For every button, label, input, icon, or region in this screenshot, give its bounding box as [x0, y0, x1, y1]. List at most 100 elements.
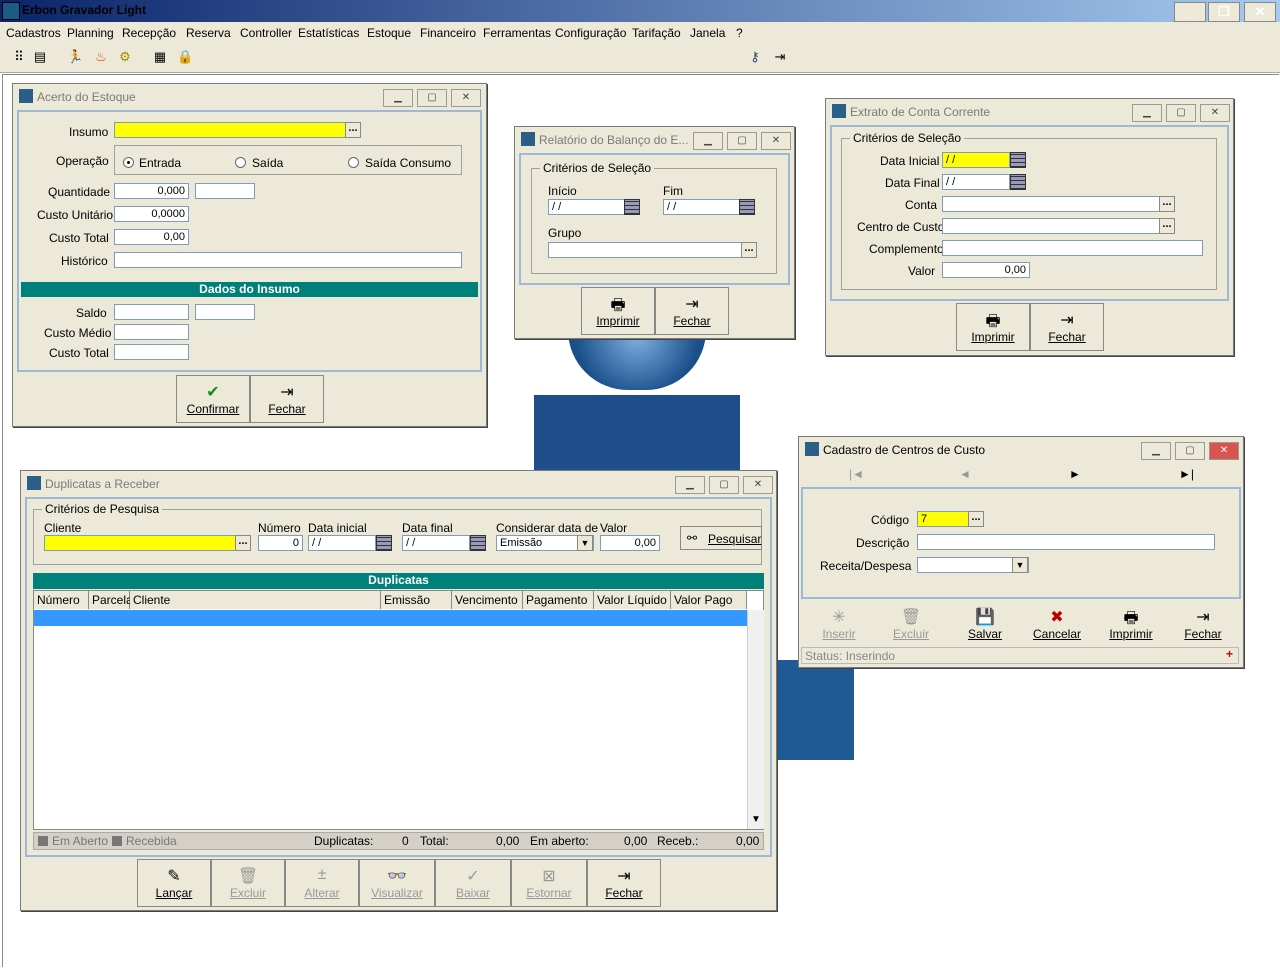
column-header[interactable]: Valor Pago — [671, 591, 747, 609]
data-final-input[interactable]: / / — [402, 535, 470, 551]
grupo-lookup-button[interactable]: ... — [741, 242, 757, 258]
chevron-down-icon[interactable]: ▼ — [1012, 557, 1028, 573]
centro-custo-input[interactable] — [942, 218, 1160, 234]
menu-help[interactable]: ? — [736, 26, 743, 40]
inserir-button[interactable]: ✳ Inserir — [803, 601, 875, 643]
maximize-icon[interactable]: ▢ — [417, 89, 447, 107]
menu-ferramentas[interactable]: Ferramentas — [483, 26, 551, 40]
chevron-down-icon[interactable]: ▼ — [577, 535, 593, 551]
minimize-icon[interactable]: ▁ — [675, 476, 705, 494]
minimize-icon[interactable]: ▁ — [1132, 104, 1162, 122]
calendar-icon[interactable] — [739, 199, 755, 215]
close-icon[interactable]: ✕ — [761, 132, 791, 150]
exit-icon[interactable]: ⇥ — [772, 49, 788, 65]
key-icon[interactable]: ⚷ — [747, 49, 763, 65]
cliente-lookup-button[interactable]: ... — [235, 535, 251, 551]
column-header[interactable]: Parcela — [89, 591, 133, 609]
valor-input[interactable]: 0,00 — [600, 535, 660, 551]
gear-icon[interactable]: ⚙ — [117, 49, 133, 65]
runner-icon[interactable]: 🏃 — [67, 49, 83, 65]
maximize-icon[interactable]: ▢ — [727, 132, 757, 150]
centro-custo-lookup-button[interactable]: ... — [1159, 218, 1175, 234]
minimize-icon[interactable]: ▁ — [383, 89, 413, 107]
first-record-icon[interactable]: |◄ — [849, 467, 864, 481]
close-icon[interactable]: ✕ — [1244, 2, 1276, 22]
calendar-icon[interactable] — [376, 535, 392, 551]
numero-input[interactable]: 0 — [258, 535, 303, 551]
close-icon[interactable]: ✕ — [1200, 104, 1230, 122]
pesquisar-button[interactable]: ⚯ Pesquisar — [680, 526, 762, 550]
card-icon[interactable]: ▤ — [32, 49, 48, 65]
vertical-scrollbar[interactable]: ▼ — [747, 610, 764, 829]
insumo-input[interactable] — [114, 122, 346, 138]
flame-icon[interactable]: ♨ — [93, 49, 109, 65]
menu-financeiro[interactable]: Financeiro — [420, 26, 476, 40]
column-header[interactable]: Emissão — [381, 591, 452, 609]
fechar-button[interactable]: ⇥ Fechar — [250, 375, 324, 423]
minimize-icon[interactable]: _ — [1174, 2, 1206, 22]
codigo-input[interactable]: 7 — [917, 511, 969, 527]
historico-input[interactable] — [114, 252, 462, 268]
menu-configuracao[interactable]: Configuração — [555, 26, 626, 40]
minimize-icon[interactable]: ▁ — [1141, 442, 1171, 460]
entrada-radio[interactable] — [123, 157, 134, 168]
saida-radio[interactable] — [235, 157, 246, 168]
calendar-icon[interactable]: ▦ — [152, 49, 168, 65]
codigo-lookup-button[interactable]: ... — [968, 511, 984, 527]
grupo-input[interactable] — [548, 242, 742, 258]
prev-record-icon[interactable]: ◄ — [959, 467, 971, 481]
minimize-icon[interactable]: ▁ — [693, 132, 723, 150]
scroll-down-icon[interactable]: ▼ — [751, 814, 761, 825]
menu-planning[interactable]: Planning — [67, 26, 114, 40]
menu-controller[interactable]: Controller — [240, 26, 292, 40]
conta-input[interactable] — [942, 196, 1160, 212]
calendar-icon[interactable] — [470, 535, 486, 551]
fechar-button[interactable]: ⇥ Fechar — [1030, 303, 1104, 351]
lock-icon[interactable]: 🔒 — [177, 49, 193, 65]
unidade-input[interactable] — [195, 183, 255, 199]
tree-icon[interactable]: ⠿ — [11, 49, 27, 65]
fechar-button[interactable]: ⇥ Fechar — [1167, 601, 1239, 643]
close-icon[interactable]: ✕ — [743, 476, 773, 494]
menu-cadastros[interactable]: Cadastros — [6, 26, 61, 40]
maximize-icon[interactable]: ▢ — [1175, 442, 1205, 460]
cliente-input[interactable] — [44, 535, 236, 551]
last-record-icon[interactable]: ►| — [1179, 467, 1194, 481]
menu-estatisticas[interactable]: Estatísticas — [298, 26, 359, 40]
maximize-icon[interactable]: ▢ — [1166, 104, 1196, 122]
next-record-icon[interactable]: ► — [1069, 467, 1081, 481]
imprimir-button[interactable]: 🖶 Imprimir — [1095, 601, 1167, 643]
imprimir-button[interactable]: 🖶 Imprimir — [581, 287, 655, 335]
duplicatas-grid[interactable]: Número Parcela Cliente Emissão Venciment… — [33, 590, 764, 830]
menu-tarifacao[interactable]: Tarifação — [632, 26, 681, 40]
column-header[interactable]: Número — [34, 591, 89, 609]
descricao-input[interactable] — [917, 534, 1215, 550]
valor-input[interactable]: 0,00 — [942, 262, 1030, 278]
custo-total-input[interactable]: 0,00 — [114, 229, 189, 245]
imprimir-button[interactable]: 🖶 Imprimir — [956, 303, 1030, 351]
column-header[interactable]: Cliente — [130, 591, 381, 609]
column-header[interactable]: Pagamento — [523, 591, 594, 609]
maximize-icon[interactable]: ▢ — [709, 476, 739, 494]
close-icon[interactable]: ✕ — [451, 89, 481, 107]
quantidade-input[interactable]: 0,000 — [114, 183, 189, 199]
excluir-button[interactable]: 🗑 Excluir — [211, 859, 285, 907]
calendar-icon[interactable] — [1010, 152, 1026, 168]
table-row[interactable] — [34, 610, 747, 626]
data-inicial-input[interactable]: / / — [942, 152, 1010, 168]
inicio-input[interactable]: / / — [548, 199, 626, 215]
column-header[interactable]: Vencimento — [452, 591, 523, 609]
data-inicial-input[interactable]: / / — [308, 535, 376, 551]
calendar-icon[interactable] — [624, 199, 640, 215]
menu-janela[interactable]: Janela — [690, 26, 725, 40]
baixar-button[interactable]: ✓ Baixar — [435, 859, 511, 907]
custo-unitario-input[interactable]: 0,0000 — [114, 206, 189, 222]
visualizar-button[interactable]: 👓 Visualizar — [359, 859, 435, 907]
salvar-button[interactable]: 💾 Salvar — [949, 601, 1021, 643]
close-icon[interactable]: ✕ — [1209, 442, 1239, 460]
fechar-button[interactable]: ⇥ Fechar — [587, 859, 661, 907]
menu-estoque[interactable]: Estoque — [367, 26, 411, 40]
menu-recepcao[interactable]: Recepção — [122, 26, 176, 40]
column-header[interactable]: Valor Líquido — [594, 591, 671, 609]
lancar-button[interactable]: ✎ Lançar — [137, 859, 211, 907]
